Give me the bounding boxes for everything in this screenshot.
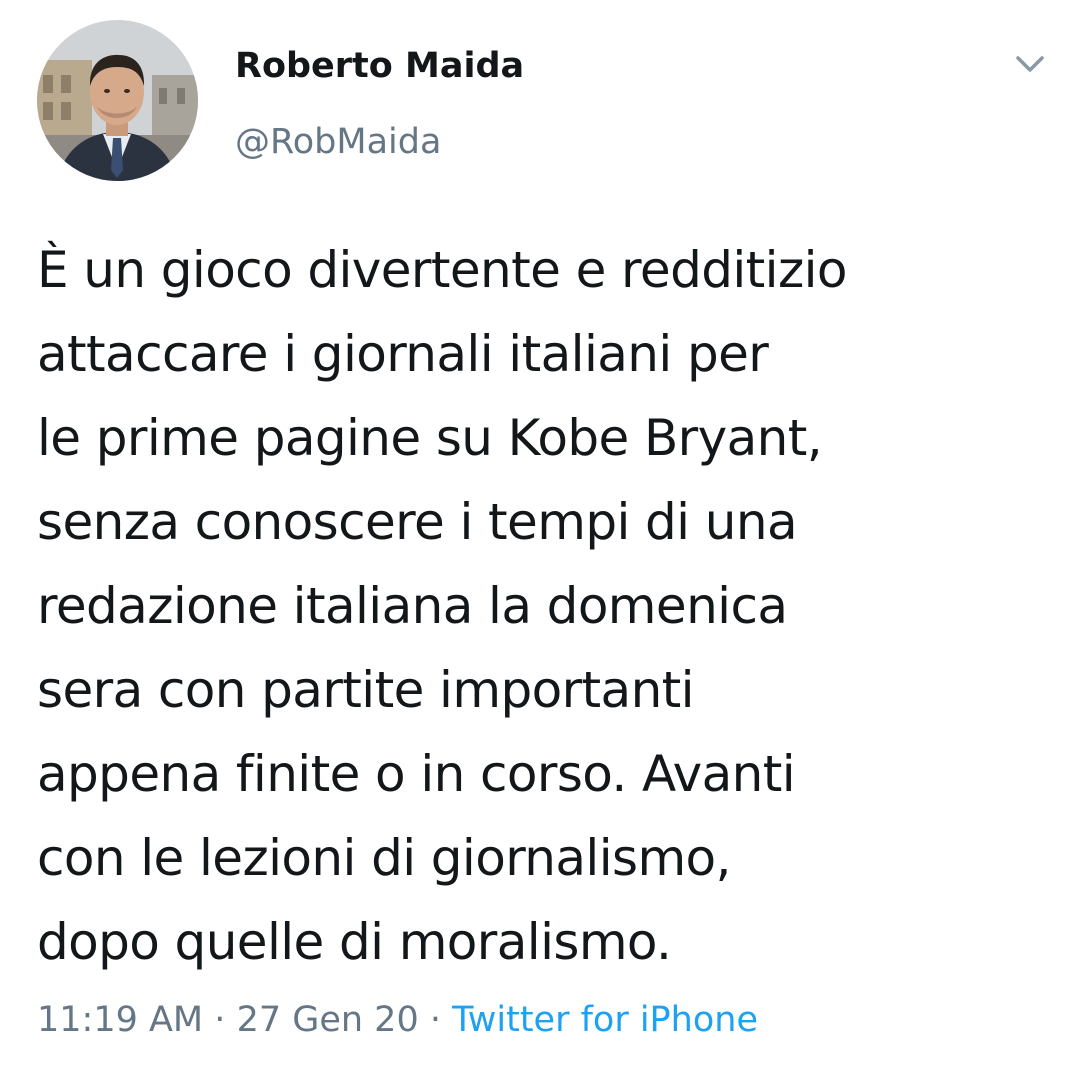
- profile-photo-icon: [37, 20, 198, 181]
- chevron-down-icon: [1016, 56, 1044, 72]
- tweet-text-line: È un gioco divertente e redditizio: [37, 241, 847, 299]
- avatar[interactable]: [37, 20, 198, 181]
- tweet-time[interactable]: 11:19 AM: [37, 1000, 203, 1040]
- meta-separator: ·: [214, 1000, 226, 1040]
- tweet-text-line: le prime pagine su Kobe Bryant,: [37, 409, 823, 467]
- tweet-text-line: sera con partite importanti: [37, 661, 695, 719]
- meta-separator: ·: [429, 1000, 442, 1040]
- tweet-text-line: dopo quelle di moralismo.: [37, 913, 672, 971]
- tweet-meta: 11:19 AM · 27 Gen 20 · Twitter for iPhon…: [37, 993, 758, 1047]
- user-handle[interactable]: @RobMaida: [235, 116, 441, 168]
- tweet-text: È un gioco divertente e redditizio attac…: [37, 228, 1057, 984]
- tweet-menu-button[interactable]: [1002, 40, 1058, 88]
- tweet-text-line: redazione italiana la domenica: [37, 577, 788, 635]
- tweet-text-line: senza conoscere i tempi di una: [37, 493, 798, 551]
- tweet-text-line: attaccare i giornali italiani per: [37, 325, 769, 383]
- tweet-text-line: con le lezioni di giornalismo,: [37, 829, 731, 887]
- display-name[interactable]: Roberto Maida: [235, 40, 524, 92]
- tweet-source-link[interactable]: Twitter for iPhone: [452, 1000, 758, 1040]
- tweet-text-line: appena finite o in corso. Avanti: [37, 745, 796, 803]
- tweet-card: Roberto Maida @RobMaida È un gioco diver…: [0, 0, 1080, 1080]
- tweet-date[interactable]: 27 Gen 20: [237, 1000, 419, 1040]
